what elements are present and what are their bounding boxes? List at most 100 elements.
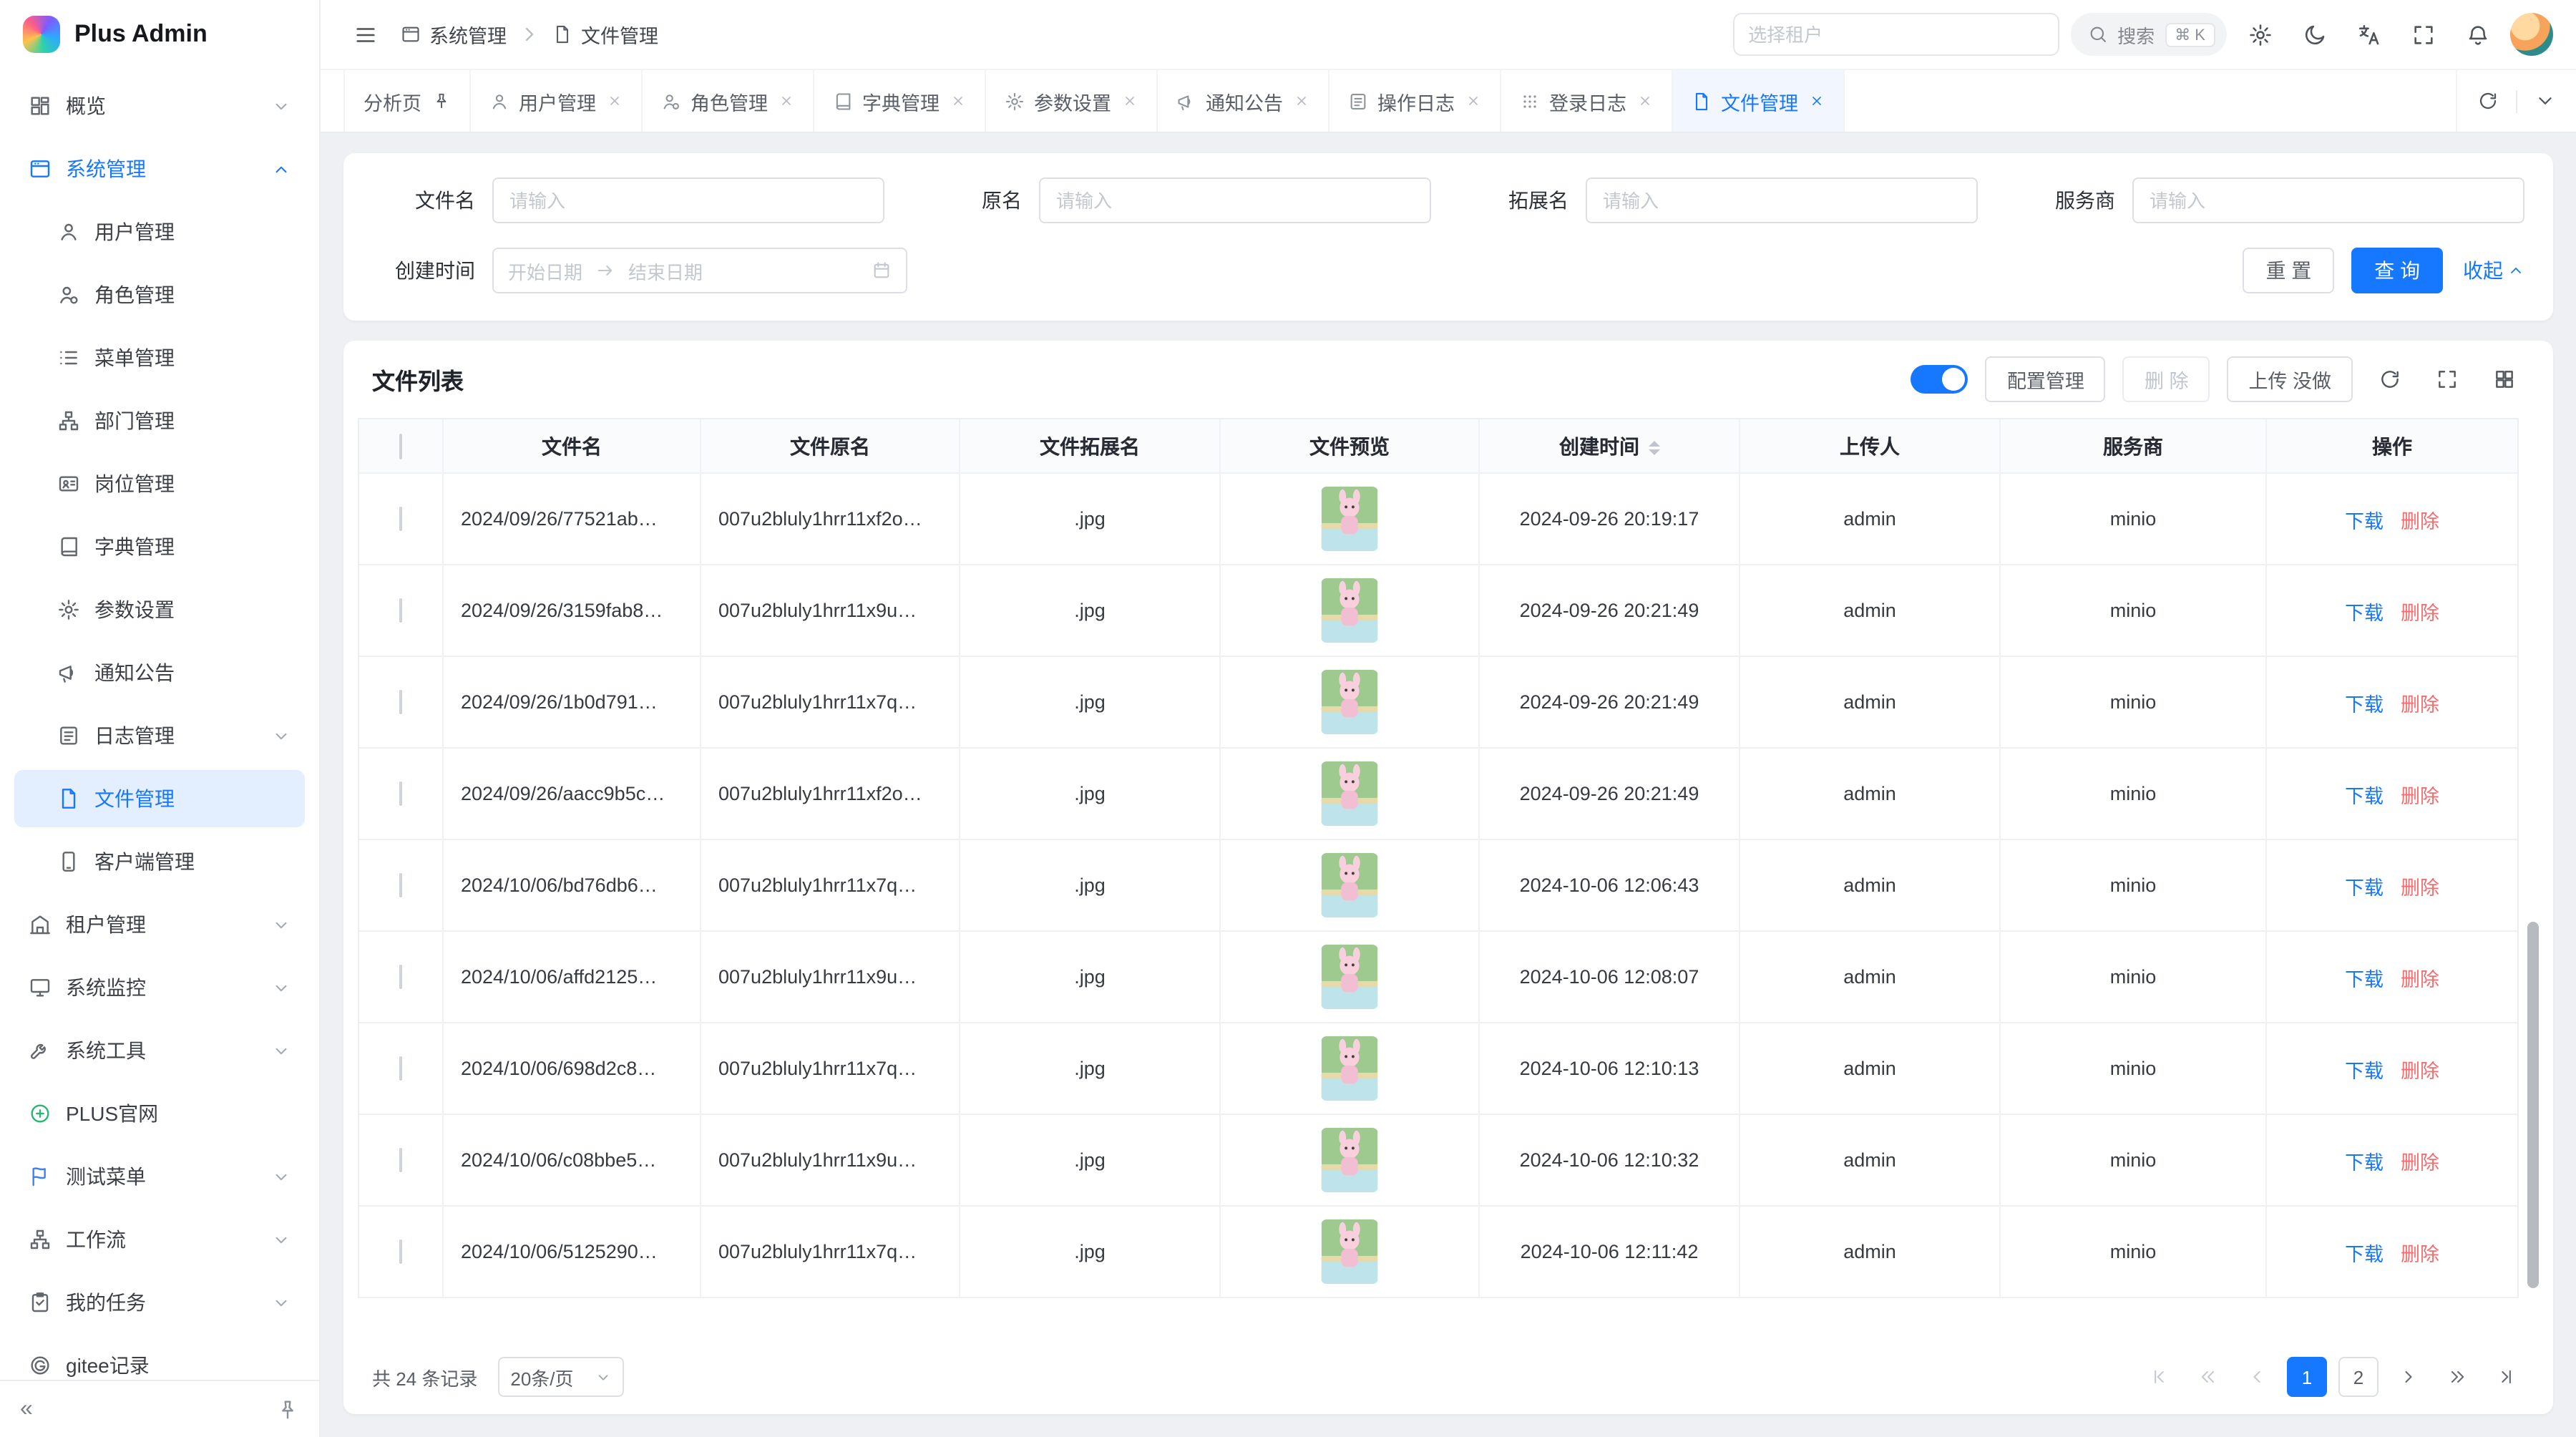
- close-icon[interactable]: [1636, 93, 1652, 109]
- tab-file-mgmt[interactable]: 文件管理: [1672, 70, 1844, 132]
- delete-button[interactable]: 删 除: [2123, 356, 2210, 402]
- row-checkbox[interactable]: [399, 598, 402, 623]
- collapse-filter-link[interactable]: 收起: [2463, 256, 2524, 285]
- file-thumbnail[interactable]: [1321, 578, 1378, 643]
- pin-icon[interactable]: [431, 92, 450, 110]
- sidebar-item-notice[interactable]: 通知公告: [14, 644, 305, 701]
- download-link[interactable]: 下载: [2345, 688, 2384, 716]
- file-thumbnail[interactable]: [1321, 487, 1378, 551]
- tab-user-mgmt[interactable]: 用户管理: [470, 70, 642, 132]
- file-thumbnail[interactable]: [1321, 761, 1378, 826]
- query-button[interactable]: 查 询: [2351, 248, 2443, 293]
- page-size-select[interactable]: 20条/页: [497, 1357, 623, 1397]
- row-checkbox[interactable]: [399, 690, 402, 714]
- chevron-down-icon[interactable]: [2534, 90, 2556, 112]
- reset-button[interactable]: 重 置: [2243, 248, 2334, 293]
- download-link[interactable]: 下载: [2345, 871, 2384, 900]
- row-checkbox[interactable]: [399, 1239, 402, 1264]
- prev-page-button[interactable]: [2238, 1358, 2275, 1395]
- upload-button[interactable]: 上传 没做: [2227, 356, 2353, 402]
- close-icon[interactable]: [1293, 93, 1309, 109]
- sidebar-item-role-mgmt[interactable]: 角色管理: [14, 266, 305, 323]
- tab-role-mgmt[interactable]: 角色管理: [642, 70, 814, 132]
- breadcrumb-file-mgmt[interactable]: 文件管理: [552, 20, 658, 49]
- table-scrollbar-thumb[interactable]: [2527, 922, 2539, 1288]
- sidebar-item-test-menu[interactable]: 测试菜单: [14, 1148, 305, 1205]
- provider-input[interactable]: [2132, 177, 2524, 223]
- notifications-bell-icon[interactable]: [2456, 13, 2499, 56]
- sidebar-item-workflow[interactable]: 工作流: [14, 1211, 305, 1268]
- tab-login-log[interactable]: 登录日志: [1501, 70, 1672, 132]
- sidebar-item-log-mgmt[interactable]: 日志管理: [14, 707, 305, 764]
- download-link[interactable]: 下载: [2345, 505, 2384, 533]
- sidebar-item-user-mgmt[interactable]: 用户管理: [14, 203, 305, 260]
- breadcrumb-system-mgmt[interactable]: 系统管理: [401, 20, 507, 49]
- page-2-button[interactable]: 2: [2338, 1357, 2379, 1397]
- sidebar-item-dict-mgmt[interactable]: 字典管理: [14, 518, 305, 575]
- refresh-icon[interactable]: [2477, 90, 2499, 112]
- close-icon[interactable]: [1465, 93, 1480, 109]
- next-page-button[interactable]: [2390, 1358, 2427, 1395]
- download-link[interactable]: 下载: [2345, 596, 2384, 625]
- download-link[interactable]: 下载: [2345, 779, 2384, 808]
- file-thumbnail[interactable]: [1321, 853, 1378, 917]
- row-checkbox[interactable]: [399, 507, 402, 531]
- download-link[interactable]: 下载: [2345, 963, 2384, 991]
- sidebar-item-overview[interactable]: 概览: [14, 77, 305, 135]
- sidebar-item-tenant-mgmt[interactable]: 租户管理: [14, 896, 305, 953]
- tenant-select[interactable]: [1732, 13, 2059, 56]
- delete-link[interactable]: 删除: [2401, 1146, 2439, 1174]
- delete-link[interactable]: 删除: [2401, 1054, 2439, 1083]
- delete-link[interactable]: 删除: [2401, 688, 2439, 716]
- delete-link[interactable]: 删除: [2401, 596, 2439, 625]
- sidebar-item-plus-site[interactable]: PLUS官网: [14, 1085, 305, 1142]
- last-page-button[interactable]: [2487, 1358, 2524, 1395]
- language-translate-icon[interactable]: [2347, 13, 2390, 56]
- tab-operation-log[interactable]: 操作日志: [1329, 70, 1501, 132]
- delete-link[interactable]: 删除: [2401, 779, 2439, 808]
- sidebar-item-menu-mgmt[interactable]: 菜单管理: [14, 329, 305, 386]
- col-created-time[interactable]: 创建时间: [1480, 419, 1740, 474]
- close-icon[interactable]: [606, 93, 622, 109]
- fullscreen-table-icon[interactable]: [2427, 359, 2467, 399]
- sort-carets-icon[interactable]: [1648, 441, 1659, 455]
- sidebar-item-my-tasks[interactable]: 我的任务: [14, 1274, 305, 1331]
- file-thumbnail[interactable]: [1321, 945, 1378, 1009]
- download-link[interactable]: 下载: [2345, 1237, 2384, 1266]
- user-avatar[interactable]: [2510, 13, 2553, 56]
- file-thumbnail[interactable]: [1321, 670, 1378, 734]
- sidebar-item-system-tools[interactable]: 系统工具: [14, 1022, 305, 1079]
- settings-gear-icon[interactable]: [2238, 13, 2281, 56]
- first-page-button[interactable]: [2141, 1358, 2178, 1395]
- delete-link[interactable]: 删除: [2401, 963, 2439, 991]
- sidebar-item-system-monitor[interactable]: 系统监控: [14, 959, 305, 1016]
- date-range-picker[interactable]: 开始日期 结束日期: [492, 248, 907, 293]
- file-thumbnail[interactable]: [1321, 1036, 1378, 1101]
- download-link[interactable]: 下载: [2345, 1146, 2384, 1174]
- row-checkbox[interactable]: [399, 965, 402, 989]
- extension-input[interactable]: [1586, 177, 1978, 223]
- sidebar-item-dept-mgmt[interactable]: 部门管理: [14, 392, 305, 449]
- file-thumbnail[interactable]: [1321, 1128, 1378, 1192]
- delete-link[interactable]: 删除: [2401, 871, 2439, 900]
- file-thumbnail[interactable]: [1321, 1219, 1378, 1284]
- filename-input[interactable]: [492, 177, 884, 223]
- sidebar-item-file-mgmt[interactable]: 文件管理: [14, 770, 305, 827]
- sidebar-item-param-settings[interactable]: 参数设置: [14, 581, 305, 638]
- close-icon[interactable]: [778, 93, 794, 109]
- close-icon[interactable]: [1808, 93, 1824, 109]
- row-checkbox[interactable]: [399, 1056, 402, 1081]
- table-border-toggle[interactable]: [1911, 365, 1968, 394]
- row-checkbox[interactable]: [399, 873, 402, 897]
- sidebar-item-client-mgmt[interactable]: 客户端管理: [14, 833, 305, 890]
- dark-mode-moon-icon[interactable]: [2293, 13, 2336, 56]
- sidebar-item-gitee-log[interactable]: gitee记录: [14, 1337, 305, 1380]
- close-icon[interactable]: [1121, 93, 1137, 109]
- global-search-button[interactable]: 搜索 ⌘ K: [2070, 13, 2227, 56]
- select-all-checkbox[interactable]: [399, 433, 402, 459]
- download-link[interactable]: 下载: [2345, 1054, 2384, 1083]
- tab-param-settings[interactable]: 参数设置: [985, 70, 1157, 132]
- config-mgmt-button[interactable]: 配置管理: [1986, 356, 2106, 402]
- sidebar-item-system-mgmt[interactable]: 系统管理: [14, 140, 305, 198]
- row-checkbox[interactable]: [399, 1148, 402, 1172]
